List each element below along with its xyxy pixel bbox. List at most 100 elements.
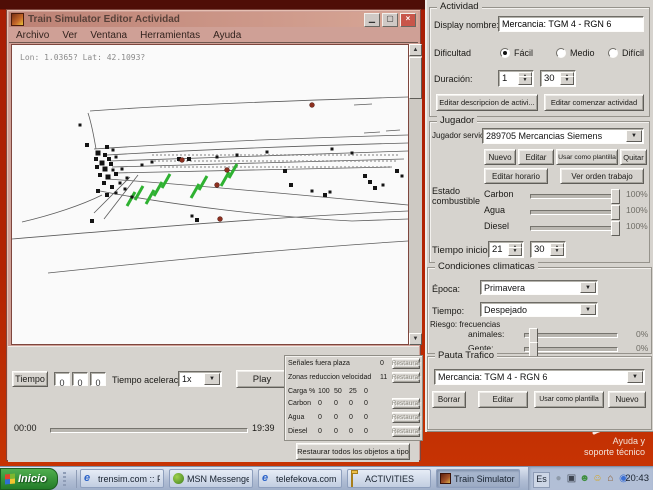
system-tray: Es ● ▣ ☻ ☺ ⌂ ◉ 20:43 (528, 467, 653, 490)
chevron-down-icon[interactable]: ▼ (626, 130, 642, 142)
traffic-pattern-select[interactable]: Mercancia: TGM 4 - RGN 6 ▼ (434, 369, 645, 385)
season-label: Época: (432, 284, 460, 294)
timeline-start-label: 00:00 (14, 423, 37, 433)
menu-ventana[interactable]: Ventana (90, 30, 127, 41)
slider-thumb[interactable] (611, 189, 620, 204)
chevron-down-icon[interactable]: ▼ (204, 373, 220, 385)
traffic-edit-button[interactable]: Editar (478, 391, 528, 408)
slider-thumb[interactable] (529, 328, 538, 343)
spin-down-icon[interactable]: ▼ (518, 76, 532, 85)
service-template-button[interactable]: Usar como plantilla (556, 149, 618, 165)
scroll-up-arrow[interactable]: ▲ (409, 44, 422, 56)
tray-home-icon[interactable]: ⌂ (605, 473, 616, 484)
chevron-down-icon[interactable]: ▼ (580, 282, 596, 293)
time-seconds-field[interactable]: 0 (90, 372, 106, 386)
service-new-button[interactable]: Nuevo (484, 149, 516, 165)
scrollbar-thumb[interactable] (409, 57, 422, 99)
quick-launch-area[interactable] (60, 470, 77, 488)
tray-messenger-icon[interactable]: ☻ (579, 473, 590, 484)
restore-diesel-button[interactable]: Restaurar (392, 426, 420, 437)
display-name-input[interactable]: Mercancia: TGM 4 - RGN 6 (498, 16, 644, 32)
edit-timetable-button[interactable]: Editar horario (484, 168, 548, 184)
taskbar-button-trensim[interactable]: e trensim.com :: Pu... (80, 469, 164, 488)
coal-slider[interactable] (530, 194, 620, 199)
taskbar-button-msn[interactable]: MSN Messenger (169, 469, 253, 488)
ie-icon: e (84, 473, 95, 484)
taskbar-button-activities-folder[interactable]: ACTIVITIES (347, 469, 431, 488)
taskbar-button-train-simulator[interactable]: Train Simulator Ed... (436, 469, 520, 488)
tray-update-icon[interactable]: ● (553, 473, 564, 484)
traffic-new-button[interactable]: Nuevo (608, 391, 646, 408)
close-button[interactable]: × (400, 13, 416, 27)
menu-ver[interactable]: Ver (62, 30, 77, 41)
animals-slider[interactable] (524, 333, 618, 338)
season-select[interactable]: Primavera ▼ (480, 280, 598, 295)
service-edit-button[interactable]: Editar (518, 149, 554, 165)
chevron-down-icon[interactable]: ▼ (580, 304, 596, 315)
group-condiciones: Condiciones climaticas Época: Primavera … (427, 267, 652, 354)
editor-bottom-panel: Tiempo 0 0 0 Tiempo aceleracion 1x ▼ Pla… (8, 346, 419, 462)
track-diagram (12, 45, 408, 344)
start-hour-stepper[interactable]: 21 ▲ ▼ (488, 241, 524, 258)
map-vertical-scrollbar[interactable]: ▲ ▼ (409, 44, 422, 345)
scroll-down-arrow[interactable]: ▼ (409, 333, 422, 345)
timeline-end-label: 19:39 (252, 423, 275, 433)
folder-icon (351, 473, 362, 484)
restore-signals-button[interactable]: Restaurar (392, 358, 420, 369)
restore-speed-zones-button[interactable]: Restaurar (392, 372, 420, 383)
tray-display-icon[interactable]: ▣ (566, 473, 577, 484)
status-panel: Señales fuera plaza 0 Restaurar Zonas re… (284, 355, 423, 441)
spin-down-icon[interactable]: ▼ (560, 76, 574, 85)
service-remove-button[interactable]: Quitar (620, 149, 647, 165)
people-slider[interactable] (524, 347, 618, 352)
tiempo-button[interactable]: Tiempo (12, 371, 48, 387)
start-button[interactable]: Inicio (0, 468, 58, 490)
editor-window: Train Simulator Editor Actividad ▁ ▢ × A… (6, 9, 421, 461)
edit-start-button[interactable]: Editar comenzar actividad (544, 94, 644, 111)
play-button[interactable]: Play (236, 370, 288, 388)
slider-thumb[interactable] (611, 221, 620, 236)
start-minute-stepper[interactable]: 30 ▲ ▼ (530, 241, 566, 258)
taskbar-button-browser[interactable]: e telefekova.com -... (258, 469, 342, 488)
route-map-view[interactable]: Lon: 1.0365? Lat: 42.1093? (11, 44, 409, 345)
tray-user-icon[interactable]: ☺ (592, 473, 603, 484)
spin-down-icon[interactable]: ▼ (508, 247, 522, 256)
maximize-button[interactable]: ▢ (382, 13, 398, 27)
titlebar[interactable]: Train Simulator Editor Actividad ▁ ▢ × (9, 12, 418, 27)
edit-description-button[interactable]: Editar descripcion de activi... (436, 94, 538, 111)
diesel-slider[interactable] (530, 226, 620, 231)
traffic-delete-button[interactable]: Borrar (432, 391, 466, 408)
train-app-icon (11, 13, 24, 26)
time-minutes-field[interactable]: 0 (72, 372, 88, 386)
duration-minutes-stepper[interactable]: 30 ▲ ▼ (540, 70, 576, 87)
accel-select[interactable]: 1x ▼ (178, 371, 222, 387)
speed-zones-value: 11 (380, 374, 387, 381)
difficulty-radio-dificil[interactable] (608, 48, 618, 58)
weather-select[interactable]: Despejado ▼ (480, 302, 598, 317)
minimize-button[interactable]: ▁ (364, 13, 380, 27)
restore-coal-button[interactable]: Restaurar (392, 398, 420, 409)
time-hours-field[interactable]: 0 (54, 372, 70, 386)
desktop: Ayuda y soporte técnico Train Simulator … (0, 0, 653, 490)
spin-down-icon[interactable]: ▼ (550, 247, 564, 256)
menu-archivo[interactable]: Archivo (16, 30, 49, 41)
timeline-slider[interactable] (50, 428, 248, 433)
restore-all-button[interactable]: Restaurar todos los objetos a tipo (296, 443, 410, 460)
water-slider[interactable] (530, 210, 620, 215)
weather-label: Tiempo: (432, 306, 464, 316)
difficulty-radio-facil[interactable] (500, 48, 510, 58)
traffic-template-button[interactable]: Usar como plantilla (534, 391, 604, 408)
chevron-down-icon[interactable]: ▼ (627, 371, 643, 383)
menu-ayuda[interactable]: Ayuda (213, 30, 241, 41)
language-indicator[interactable]: Es (533, 472, 550, 488)
player-service-select[interactable]: 289705 Mercancias Siemens ▼ (482, 128, 644, 144)
slider-thumb[interactable] (529, 342, 538, 357)
taskbar-clock[interactable]: 20:43 (625, 473, 649, 484)
restore-water-button[interactable]: Restaurar (392, 412, 420, 423)
duration-hours-stepper[interactable]: 1 ▲ ▼ (498, 70, 534, 87)
view-workorder-button[interactable]: Ver orden trabajo (560, 168, 644, 184)
taskbar-grip[interactable] (63, 472, 66, 486)
slider-thumb[interactable] (611, 205, 620, 220)
difficulty-radio-medio[interactable] (556, 48, 566, 58)
menu-herramientas[interactable]: Herramientas (140, 30, 200, 41)
